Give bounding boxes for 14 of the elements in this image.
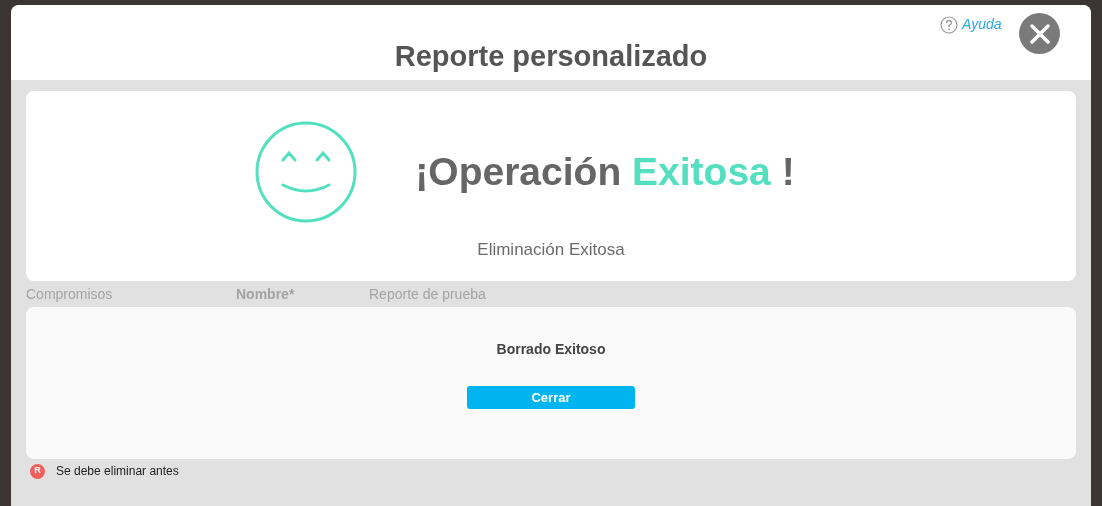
close-dialog-button[interactable]: Cerrar [467, 386, 635, 409]
modal-title: Reporte personalizado [394, 42, 708, 71]
success-message: Eliminación Exitosa [477, 239, 625, 261]
field-label: Nombre* [236, 284, 296, 304]
confirm-message: Borrado Exitoso [496, 340, 606, 359]
legend-badge: R [30, 463, 45, 479]
close-icon [1029, 23, 1050, 44]
legend-text: Se debe eliminar antes [56, 463, 179, 480]
field-value: Reporte de prueba [369, 284, 486, 304]
smiley-icon [255, 121, 358, 223]
success-headline: ¡Operación Exitosa ! [415, 148, 795, 195]
close-button[interactable] [1019, 13, 1060, 54]
help-icon [940, 15, 958, 34]
help-link[interactable]: Ayuda [940, 14, 1002, 35]
